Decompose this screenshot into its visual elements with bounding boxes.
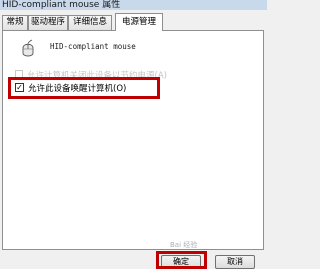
device-name: HID-compliant mouse bbox=[50, 42, 136, 51]
ok-button-highlight bbox=[156, 251, 207, 269]
window-title: HID-compliant mouse 属性 bbox=[2, 0, 121, 10]
cancel-button[interactable]: 取消 bbox=[215, 255, 255, 269]
tab-details[interactable]: 详细信息 bbox=[68, 15, 112, 30]
tab-power-management[interactable]: 电源管理 bbox=[115, 13, 163, 31]
mouse-icon bbox=[22, 39, 34, 57]
wake-option-highlight bbox=[8, 77, 160, 99]
power-management-panel: HID-compliant mouse 允许计算机关闭此设备以节约电源(A) ✓… bbox=[2, 30, 264, 250]
tab-driver[interactable]: 驱动程序 bbox=[28, 15, 68, 30]
tab-strip: 常规 驱动程序 详细信息 电源管理 bbox=[2, 13, 264, 31]
watermark: Bai 经验 bbox=[170, 241, 198, 249]
window-titlebar: HID-compliant mouse 属性 bbox=[0, 0, 267, 10]
tab-general[interactable]: 常规 bbox=[2, 15, 28, 30]
